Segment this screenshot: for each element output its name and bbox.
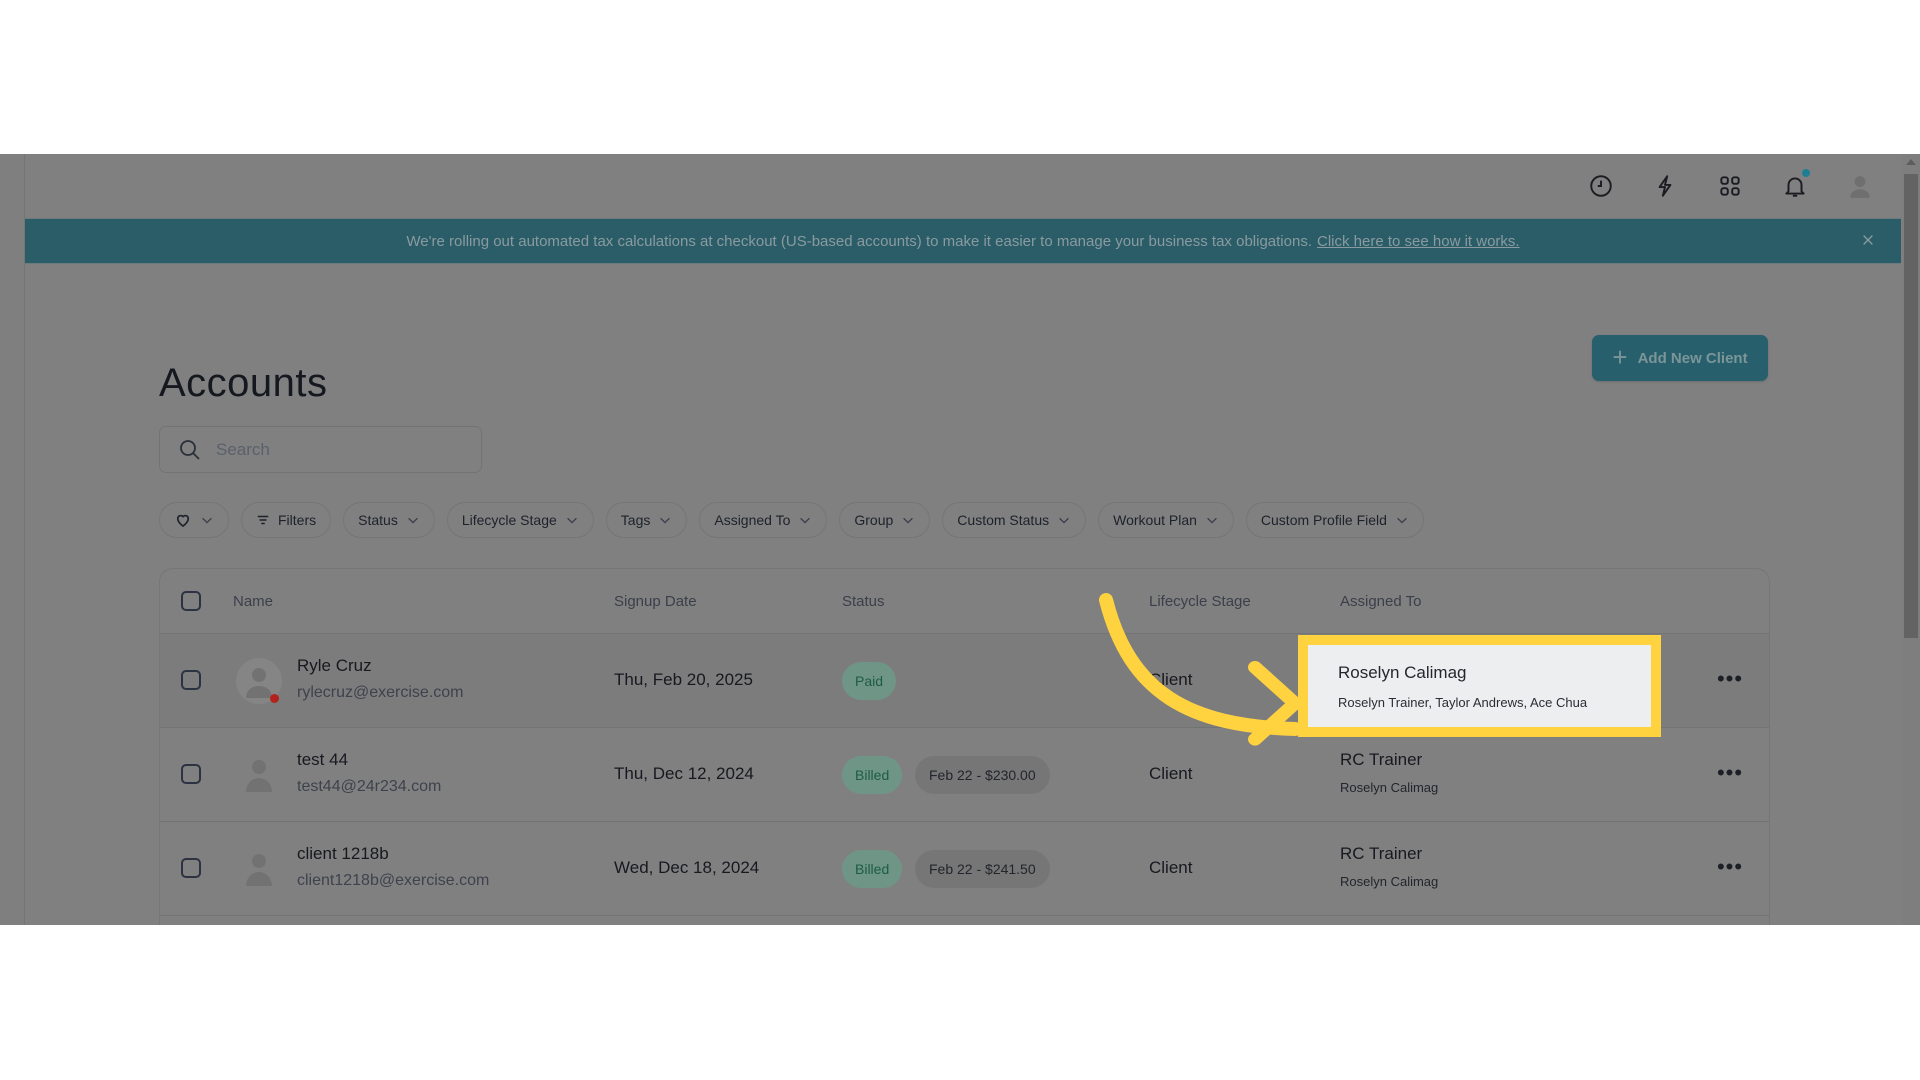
chip-label: Group xyxy=(854,512,894,528)
lifecycle-stage: Client xyxy=(1149,764,1193,783)
page-title: Accounts xyxy=(159,360,328,405)
chip-label: Status xyxy=(358,512,398,528)
status-badge: Billed xyxy=(842,850,903,888)
add-new-client-button[interactable]: + Add New Client xyxy=(1592,335,1768,381)
chip-label: Lifecycle Stage xyxy=(461,512,557,528)
clock-icon[interactable] xyxy=(1586,171,1616,201)
app-window: We're rolling out automated tax calculat… xyxy=(0,154,1920,925)
chip-label: Custom Status xyxy=(957,512,1050,528)
signup-date: Thu, Dec 12, 2024 xyxy=(614,764,754,783)
chip-label: Workout Plan xyxy=(1113,512,1197,528)
client-name[interactable]: test 44 xyxy=(297,750,348,770)
assigned-secondary: Roselyn Calimag xyxy=(1340,874,1439,889)
filter-chip-status[interactable]: Status xyxy=(343,502,435,538)
chevron-down-icon xyxy=(903,517,914,524)
sidebar xyxy=(0,154,25,925)
filters-label: Filters xyxy=(278,512,317,528)
filter-chip-tags[interactable]: Tags xyxy=(605,502,688,538)
add-new-client-label: Add New Client xyxy=(1637,349,1748,367)
filter-chip-custom-profile-field[interactable]: Custom Profile Field xyxy=(1245,502,1424,538)
announcement-banner: We're rolling out automated tax calculat… xyxy=(25,218,1901,264)
select-all-checkbox[interactable] xyxy=(181,591,201,611)
filter-chip-workout-plan[interactable]: Workout Plan xyxy=(1098,502,1234,538)
client-email: test44@24r234.com xyxy=(297,778,442,795)
invoice-badge: Feb 22 - $230.00 xyxy=(915,756,1050,794)
favorites-filter[interactable] xyxy=(159,502,229,538)
chip-label: Custom Profile Field xyxy=(1260,512,1387,528)
client-email: client1218b@exercise.com xyxy=(297,872,490,889)
notifications-bell-icon[interactable] xyxy=(1780,169,1810,201)
column-header-signup-date[interactable]: Signup Date xyxy=(614,593,697,610)
chevron-down-icon xyxy=(407,517,418,524)
chevron-down-icon xyxy=(660,517,671,524)
table-row[interactable]: client 1218b client1218b@exercise.com We… xyxy=(160,822,1769,916)
scrollbar-thumb[interactable] xyxy=(1904,174,1918,638)
curved-arrow-icon xyxy=(1099,593,1302,746)
filter-bar: Filters Status Lifecycle Stage Tags Assi… xyxy=(159,502,1424,538)
filter-chip-group[interactable]: Group xyxy=(839,502,931,538)
filter-chip-assigned-to[interactable]: Assigned To xyxy=(699,502,828,538)
heart-icon xyxy=(176,514,190,527)
table-header: Name Signup Date Status Lifecycle Stage … xyxy=(160,569,1769,634)
client-name[interactable]: Ryle Cruz xyxy=(297,656,372,676)
filter-lines-icon xyxy=(257,515,269,525)
chip-label: Assigned To xyxy=(714,512,791,528)
client-email: rylecruz@exercise.com xyxy=(297,684,464,701)
row-checkbox[interactable] xyxy=(181,670,201,690)
avatar xyxy=(236,846,282,892)
filter-chip-custom-status[interactable]: Custom Status xyxy=(942,502,1087,538)
vertical-scrollbar[interactable] xyxy=(1902,154,1920,925)
banner-message: We're rolling out automated tax calculat… xyxy=(406,232,1312,250)
client-name[interactable]: client 1218b xyxy=(297,844,389,864)
search-input[interactable] xyxy=(214,438,468,461)
row-checkbox[interactable] xyxy=(181,764,201,784)
more-horizontal-icon[interactable]: ••• xyxy=(1715,664,1745,694)
online-status-dot xyxy=(270,694,279,703)
column-header-name[interactable]: Name xyxy=(233,593,273,610)
more-horizontal-icon[interactable]: ••• xyxy=(1715,758,1745,788)
assigned-primary: RC Trainer xyxy=(1340,844,1423,863)
search-icon xyxy=(180,439,200,460)
column-header-assigned-to[interactable]: Assigned To xyxy=(1340,593,1421,610)
chevron-down-icon xyxy=(1059,517,1069,524)
assigned-primary: RC Trainer xyxy=(1340,750,1423,769)
close-icon[interactable] xyxy=(1857,229,1879,251)
chevron-down-icon xyxy=(566,517,577,524)
highlighted-assigned-secondary: Roselyn Trainer, Taylor Andrews, Ace Chu… xyxy=(1338,695,1588,710)
avatar xyxy=(236,752,282,798)
status-badge: Billed xyxy=(842,756,903,794)
chip-label: Tags xyxy=(620,512,651,528)
top-bar xyxy=(25,154,1901,218)
user-avatar-icon[interactable] xyxy=(1845,171,1875,201)
chevron-down-icon xyxy=(202,517,212,524)
assigned-secondary: Roselyn Calimag xyxy=(1340,780,1439,795)
filters-button[interactable]: Filters xyxy=(241,502,332,538)
accounts-table: Name Signup Date Status Lifecycle Stage … xyxy=(159,568,1770,925)
column-header-status[interactable]: Status xyxy=(842,593,885,610)
signup-date: Thu, Feb 20, 2025 xyxy=(614,670,753,689)
chevron-down-icon xyxy=(1397,517,1407,524)
highlighted-assigned-primary: Roselyn Calimag xyxy=(1338,663,1467,682)
bolt-icon[interactable] xyxy=(1650,171,1680,201)
chevron-down-icon xyxy=(800,517,811,524)
notification-dot xyxy=(1802,169,1810,177)
plus-icon: + xyxy=(1612,341,1628,372)
chevron-down-icon xyxy=(1207,517,1217,524)
table-row[interactable]: test 44 test44@24r234.com Thu, Dec 12, 2… xyxy=(160,728,1769,822)
highlighted-assigned-to-cell[interactable]: Roselyn Calimag Roselyn Trainer, Taylor … xyxy=(1298,635,1661,737)
search-box[interactable] xyxy=(159,426,482,473)
apps-grid-icon[interactable] xyxy=(1715,171,1745,201)
more-horizontal-icon[interactable]: ••• xyxy=(1715,852,1745,882)
lifecycle-stage: Client xyxy=(1149,858,1193,877)
filter-chip-lifecycle-stage[interactable]: Lifecycle Stage xyxy=(446,502,594,538)
banner-link[interactable]: Click here to see how it works. xyxy=(1317,233,1520,250)
invoice-badge: Feb 22 - $241.50 xyxy=(915,850,1050,888)
scroll-up-arrow-icon[interactable] xyxy=(1906,159,1916,165)
signup-date: Wed, Dec 18, 2024 xyxy=(614,858,760,877)
row-checkbox[interactable] xyxy=(181,858,201,878)
status-badge: Paid xyxy=(842,662,897,700)
